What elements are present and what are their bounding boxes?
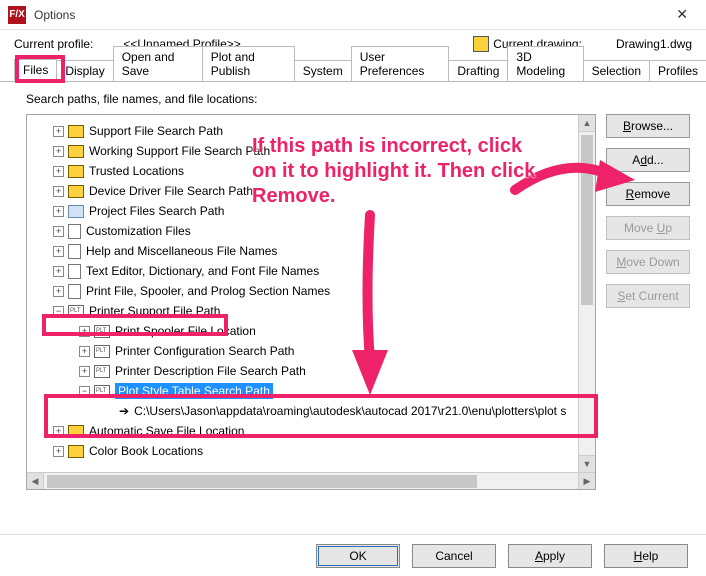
plt-icon xyxy=(94,365,110,378)
tab-selection[interactable]: Selection xyxy=(583,60,650,81)
scroll-up-icon[interactable]: ▲ xyxy=(579,115,595,132)
tree-node-help-misc[interactable]: +Help and Miscellaneous File Names xyxy=(27,241,595,261)
expand-icon[interactable]: + xyxy=(53,186,64,197)
app-icon: F/X xyxy=(8,6,26,24)
tree-caption: Search paths, file names, and file locat… xyxy=(26,92,692,106)
add-button[interactable]: Add... xyxy=(606,148,690,172)
browse-button[interactable]: Browse... xyxy=(606,114,690,138)
tree-node-print-spool-prolog[interactable]: +Print File, Spooler, and Prolog Section… xyxy=(27,281,595,301)
horizontal-scrollbar[interactable]: ◀ ▶ xyxy=(27,472,595,489)
cancel-button[interactable]: Cancel xyxy=(412,544,496,568)
tree-node-trusted[interactable]: +Trusted Locations xyxy=(27,161,595,181)
folder-icon xyxy=(68,205,84,218)
tab-display[interactable]: Display xyxy=(52,60,113,81)
expand-icon[interactable]: + xyxy=(53,286,64,297)
tree-node-driver[interactable]: +Device Driver File Search Path xyxy=(27,181,595,201)
path-arrow-icon: ➔ xyxy=(119,404,129,418)
expand-icon[interactable]: + xyxy=(79,366,90,377)
expand-icon[interactable]: + xyxy=(53,266,64,277)
scroll-left-icon[interactable]: ◀ xyxy=(27,473,44,490)
expand-icon[interactable]: + xyxy=(53,166,64,177)
collapse-icon[interactable]: − xyxy=(53,306,64,317)
tree-node-autosave[interactable]: +Automatic Save File Location xyxy=(27,421,595,441)
close-icon[interactable]: ✕ xyxy=(666,2,698,27)
folder-icon xyxy=(68,425,84,438)
window-title: Options xyxy=(34,8,75,22)
title-bar: F/X Options ✕ xyxy=(0,0,706,30)
expand-icon[interactable]: + xyxy=(53,426,64,437)
move-up-button: Move Up xyxy=(606,216,690,240)
dialog-buttons: OK Cancel Apply Help xyxy=(0,534,706,568)
tab-open-and-save[interactable]: Open and Save xyxy=(113,46,203,81)
help-button[interactable]: Help xyxy=(604,544,688,568)
page-icon xyxy=(68,224,81,239)
vertical-scrollbar[interactable]: ▲ ▼ xyxy=(578,115,595,472)
ok-button[interactable]: OK xyxy=(316,544,400,568)
tree-view[interactable]: +Support File Search Path +Working Suppo… xyxy=(26,114,596,490)
folder-icon xyxy=(68,445,84,458)
current-profile-label: Current profile: xyxy=(14,37,93,51)
expand-icon[interactable]: + xyxy=(79,346,90,357)
expand-icon[interactable]: + xyxy=(53,446,64,457)
collapse-icon[interactable]: − xyxy=(79,386,90,397)
tree-node-support[interactable]: +Support File Search Path xyxy=(27,121,595,141)
folder-icon xyxy=(68,145,84,158)
plt-icon xyxy=(94,385,110,398)
folder-icon xyxy=(68,185,84,198)
tree-node-plot-style-path[interactable]: ➔C:\Users\Jason\appdata\roaming\autodesk… xyxy=(27,401,595,421)
tree-node-customization[interactable]: +Customization Files xyxy=(27,221,595,241)
expand-icon[interactable]: + xyxy=(53,146,64,157)
tree-node-printer-desc[interactable]: +Printer Description File Search Path xyxy=(27,361,595,381)
tab-drafting[interactable]: Drafting xyxy=(448,60,508,81)
scroll-down-icon[interactable]: ▼ xyxy=(579,455,595,472)
expand-icon[interactable]: + xyxy=(53,126,64,137)
page-icon xyxy=(68,264,81,279)
tree-node-project[interactable]: +Project Files Search Path xyxy=(27,201,595,221)
scroll-thumb[interactable] xyxy=(47,475,477,488)
apply-button[interactable]: Apply xyxy=(508,544,592,568)
side-button-column: Browse... Add... Remove Move Up Move Dow… xyxy=(606,114,690,308)
expand-icon[interactable]: + xyxy=(53,206,64,217)
folder-icon xyxy=(68,125,84,138)
set-current-button: Set Current xyxy=(606,284,690,308)
tab-strip: Files Display Open and Save Plot and Pub… xyxy=(0,58,706,82)
page-icon xyxy=(68,244,81,259)
tree-node-plot-style[interactable]: −Plot Style Table Search Path xyxy=(27,381,595,401)
tab-system[interactable]: System xyxy=(294,60,352,81)
tree-node-printer-support[interactable]: −Printer Support File Path xyxy=(27,301,595,321)
tree-node-working[interactable]: +Working Support File Search Path xyxy=(27,141,595,161)
expand-icon[interactable]: + xyxy=(79,326,90,337)
tree-node-printer-config[interactable]: +Printer Configuration Search Path xyxy=(27,341,595,361)
current-drawing-value: Drawing1.dwg xyxy=(616,37,692,51)
folder-icon xyxy=(68,165,84,178)
move-down-button: Move Down xyxy=(606,250,690,274)
plt-icon xyxy=(94,345,110,358)
expand-icon[interactable]: + xyxy=(53,246,64,257)
tab-user-preferences[interactable]: User Preferences xyxy=(351,46,450,81)
remove-button[interactable]: Remove xyxy=(606,182,690,206)
expand-icon[interactable]: + xyxy=(53,226,64,237)
page-icon xyxy=(68,284,81,299)
tab-3d-modeling[interactable]: 3D Modeling xyxy=(507,46,583,81)
scroll-thumb[interactable] xyxy=(581,135,593,305)
tab-profiles[interactable]: Profiles xyxy=(649,60,706,81)
tree-node-print-spooler-loc[interactable]: +Print Spooler File Location xyxy=(27,321,595,341)
tab-plot-and-publish[interactable]: Plot and Publish xyxy=(202,46,295,81)
tree-node-text-editor[interactable]: +Text Editor, Dictionary, and Font File … xyxy=(27,261,595,281)
scroll-right-icon[interactable]: ▶ xyxy=(578,473,595,490)
plt-icon xyxy=(94,325,110,338)
tab-body: Search paths, file names, and file locat… xyxy=(0,82,706,520)
tree-node-colorbook[interactable]: +Color Book Locations xyxy=(27,441,595,461)
drawing-icon xyxy=(473,36,489,52)
plt-icon xyxy=(68,305,84,318)
tab-files[interactable]: Files xyxy=(14,59,57,81)
